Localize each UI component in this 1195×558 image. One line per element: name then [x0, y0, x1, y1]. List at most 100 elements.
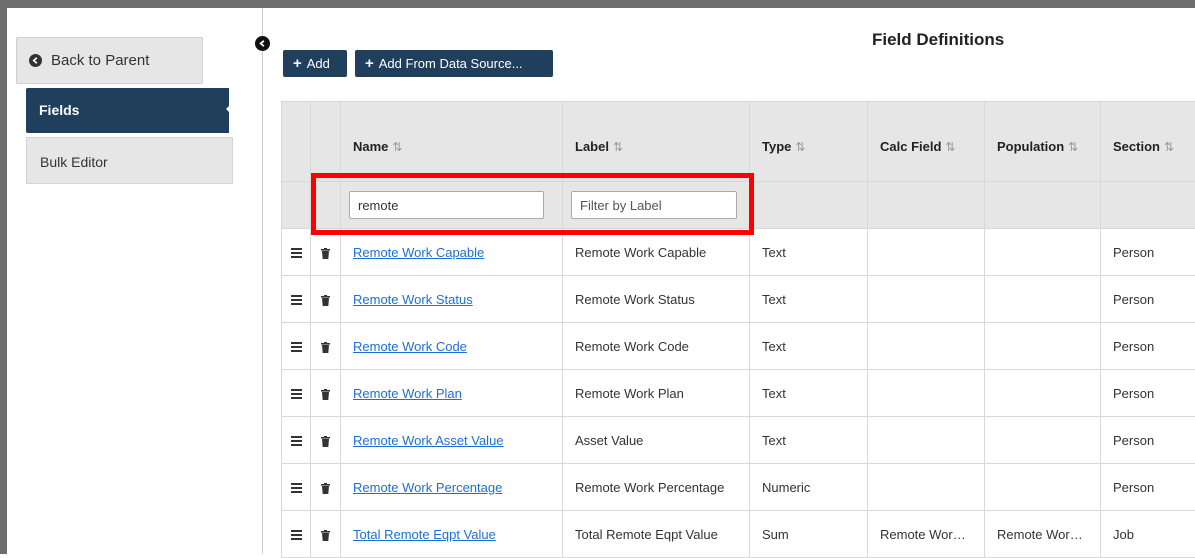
sort-icon[interactable]: ⇅ — [1164, 140, 1174, 154]
drag-handle-cell[interactable] — [282, 464, 311, 511]
delete-column-header — [311, 102, 341, 182]
field-type-cell: Text — [750, 276, 868, 323]
drag-handle-cell[interactable] — [282, 276, 311, 323]
population-cell — [985, 276, 1101, 323]
delete-cell[interactable] — [311, 511, 341, 558]
sort-icon[interactable]: ⇅ — [613, 140, 623, 154]
column-header-population[interactable]: Population⇅ — [985, 102, 1101, 182]
drag-handle-icon[interactable] — [291, 246, 302, 260]
section-cell: Person — [1101, 229, 1195, 276]
trash-icon[interactable] — [321, 295, 330, 306]
drag-handle-icon[interactable] — [291, 481, 302, 495]
drag-handle-icon[interactable] — [291, 387, 302, 401]
table-row: Remote Work Percentage Remote Work Percen… — [282, 464, 1195, 511]
population-cell — [985, 464, 1101, 511]
population-cell — [985, 229, 1101, 276]
section-cell: Person — [1101, 464, 1195, 511]
calc-field-cell: Remote Wor… — [868, 511, 985, 558]
population-cell — [985, 417, 1101, 464]
sidebar-item-bulk-editor[interactable]: Bulk Editor — [26, 137, 233, 184]
panel-divider — [262, 8, 263, 554]
trash-icon[interactable] — [321, 342, 330, 353]
column-header-type[interactable]: Type⇅ — [750, 102, 868, 182]
field-name-link[interactable]: Remote Work Code — [353, 339, 467, 354]
column-header-calc-field[interactable]: Calc Field⇅ — [868, 102, 985, 182]
field-label-cell: Remote Work Plan — [563, 370, 750, 417]
sort-icon[interactable]: ⇅ — [392, 140, 402, 154]
delete-cell[interactable] — [311, 323, 341, 370]
field-type-cell: Text — [750, 229, 868, 276]
section-cell: Person — [1101, 417, 1195, 464]
column-header-label[interactable]: Label⇅ — [563, 102, 750, 182]
add-from-data-source-button[interactable]: + Add From Data Source... — [355, 50, 553, 77]
section-cell: Person — [1101, 370, 1195, 417]
field-name-link[interactable]: Remote Work Plan — [353, 386, 462, 401]
plus-icon: + — [293, 55, 302, 72]
sort-icon[interactable]: ⇅ — [795, 140, 805, 154]
field-label-cell: Remote Work Code — [563, 323, 750, 370]
column-header-section[interactable]: Section⇅ — [1101, 102, 1195, 182]
field-label-cell: Remote Work Percentage — [563, 464, 750, 511]
field-type-cell: Text — [750, 417, 868, 464]
drag-column-header — [282, 102, 311, 182]
window-frame-top — [0, 0, 1195, 8]
trash-icon[interactable] — [321, 436, 330, 447]
drag-handle-cell[interactable] — [282, 229, 311, 276]
back-to-parent-label: Back to Parent — [51, 52, 149, 69]
sort-icon[interactable]: ⇅ — [945, 140, 955, 154]
field-label-cell: Total Remote Eqpt Value — [563, 511, 750, 558]
field-type-cell: Text — [750, 370, 868, 417]
sidebar-item-fields[interactable]: Fields — [26, 88, 229, 133]
field-type-cell: Numeric — [750, 464, 868, 511]
field-definitions-table: Name⇅ Label⇅ Type⇅ Calc Field⇅ Populatio… — [281, 101, 1195, 558]
section-cell: Person — [1101, 323, 1195, 370]
drag-handle-cell[interactable] — [282, 511, 311, 558]
field-type-cell: Sum — [750, 511, 868, 558]
field-name-link[interactable]: Total Remote Eqpt Value — [353, 527, 496, 542]
calc-field-cell — [868, 229, 985, 276]
table-row: Total Remote Eqpt Value Total Remote Eqpt… — [282, 511, 1195, 558]
table-row: Remote Work Asset Value Asset ValueText Pe… — [282, 417, 1195, 464]
name-filter-input[interactable] — [349, 191, 544, 219]
collapse-sidebar-icon[interactable] — [255, 36, 270, 51]
drag-handle-cell[interactable] — [282, 323, 311, 370]
drag-handle-cell[interactable] — [282, 417, 311, 464]
delete-cell[interactable] — [311, 464, 341, 511]
delete-cell[interactable] — [311, 417, 341, 464]
trash-icon[interactable] — [321, 530, 330, 541]
drag-handle-icon[interactable] — [291, 528, 302, 542]
calc-field-cell — [868, 464, 985, 511]
field-label-cell: Remote Work Status — [563, 276, 750, 323]
field-name-link[interactable]: Remote Work Capable — [353, 245, 484, 260]
drag-handle-cell[interactable] — [282, 370, 311, 417]
field-name-link[interactable]: Remote Work Status — [353, 292, 473, 307]
add-button[interactable]: + Add — [283, 50, 347, 77]
back-to-parent-button[interactable]: Back to Parent — [16, 37, 203, 84]
trash-icon[interactable] — [321, 248, 330, 259]
table-row: Remote Work CapableRemote Work CapableTe… — [282, 229, 1195, 276]
field-label-cell: Asset Value — [563, 417, 750, 464]
population-cell: Remote Wor… — [985, 511, 1101, 558]
add-button-label: Add — [307, 56, 330, 71]
table-header-row: Name⇅ Label⇅ Type⇅ Calc Field⇅ Populatio… — [282, 102, 1195, 182]
delete-cell[interactable] — [311, 229, 341, 276]
field-name-link[interactable]: Remote Work Asset Value — [353, 433, 504, 448]
add-from-data-source-label: Add From Data Source... — [379, 56, 523, 71]
calc-field-cell — [868, 323, 985, 370]
calc-field-cell — [868, 276, 985, 323]
trash-icon[interactable] — [321, 389, 330, 400]
field-name-link[interactable]: Remote Work Percentage — [353, 480, 502, 495]
drag-handle-icon[interactable] — [291, 340, 302, 354]
column-header-name[interactable]: Name⇅ — [341, 102, 563, 182]
sidebar-item-label: Fields — [39, 102, 79, 118]
trash-icon[interactable] — [321, 483, 330, 494]
delete-cell[interactable] — [311, 370, 341, 417]
delete-cell[interactable] — [311, 276, 341, 323]
sidebar-item-label: Bulk Editor — [40, 154, 108, 170]
window-frame-left — [0, 0, 7, 554]
drag-handle-icon[interactable] — [291, 293, 302, 307]
sort-icon[interactable]: ⇅ — [1068, 140, 1078, 154]
field-type-cell: Text — [750, 323, 868, 370]
drag-handle-icon[interactable] — [291, 434, 302, 448]
label-filter-input[interactable] — [571, 191, 737, 219]
